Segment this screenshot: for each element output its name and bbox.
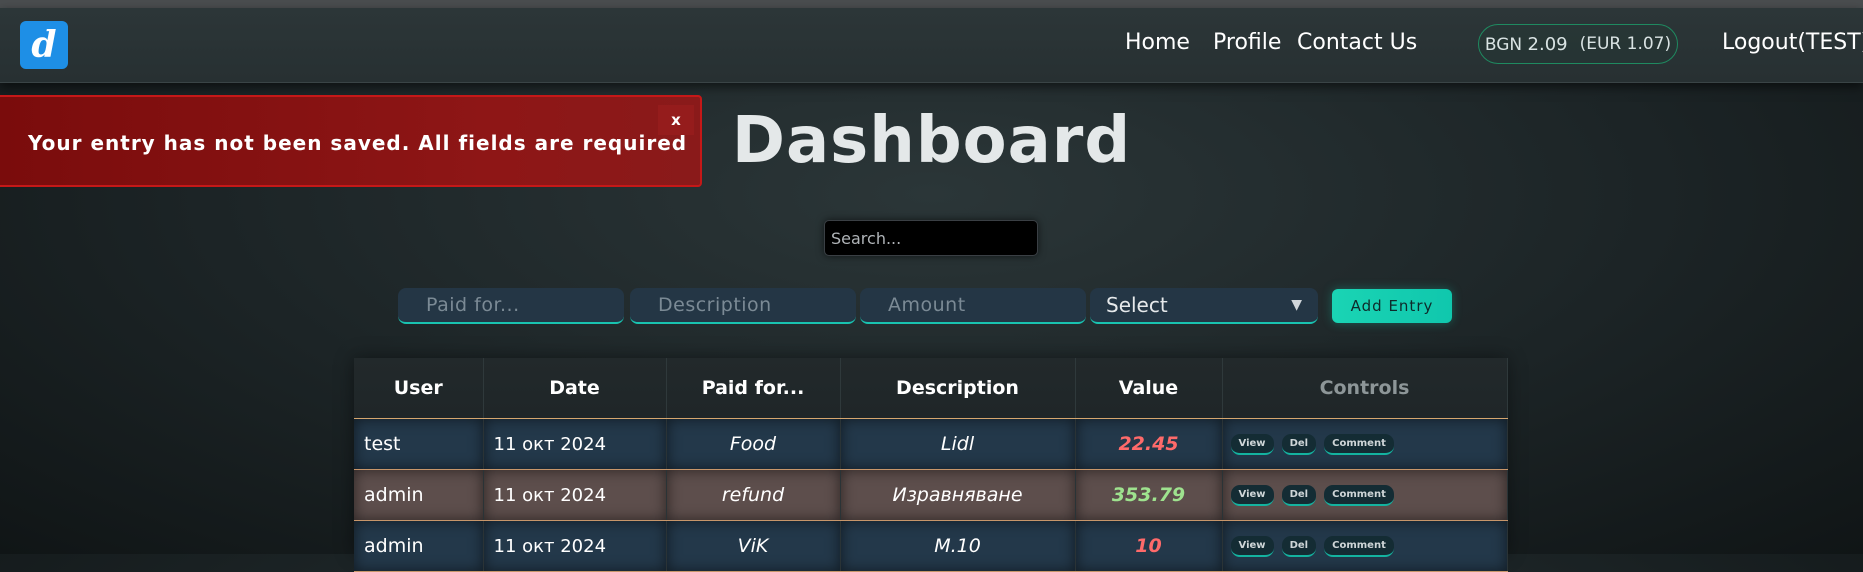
description-input[interactable] xyxy=(630,288,856,324)
header-user[interactable]: User xyxy=(354,358,484,419)
chevron-down-icon: ▼ xyxy=(1291,297,1302,313)
currency-badge: BGN 2.09 (EUR 1.07) xyxy=(1478,24,1678,64)
currency-bgn: BGN 2.09 xyxy=(1484,33,1568,55)
cell-value: 10 xyxy=(1075,520,1223,572)
cell-description: Lidl xyxy=(840,418,1076,470)
table-row: admin 11 окт 2024 refund Изравняване 353… xyxy=(354,469,1508,521)
cell-description: M.10 xyxy=(840,520,1076,572)
nav-profile-link[interactable]: Profile xyxy=(1213,30,1281,55)
cell-date: 11 окт 2024 xyxy=(483,520,667,572)
logo[interactable]: d xyxy=(20,21,68,69)
cell-paid-for: Food xyxy=(666,418,841,470)
header-date[interactable]: Date xyxy=(483,358,667,419)
category-select[interactable]: Select ▼ xyxy=(1090,288,1318,324)
cell-controls: View Del Comment xyxy=(1222,520,1508,572)
cell-date: 11 окт 2024 xyxy=(483,418,667,470)
navbar: d Home Profile Contact Us BGN 2.09 (EUR … xyxy=(0,8,1863,83)
cell-controls: View Del Comment xyxy=(1222,418,1508,470)
header-controls: Controls xyxy=(1222,358,1508,419)
cell-controls: View Del Comment xyxy=(1222,469,1508,521)
add-entry-button[interactable]: Add Entry xyxy=(1332,289,1452,323)
cell-value: 22.45 xyxy=(1075,418,1223,470)
cell-description: Изравняване xyxy=(840,469,1076,521)
delete-button[interactable]: Del xyxy=(1281,485,1317,506)
header-value[interactable]: Value xyxy=(1075,358,1223,419)
page-title: Dashboard xyxy=(731,104,1132,178)
comment-button[interactable]: Comment xyxy=(1324,434,1394,455)
nav-contact-link[interactable]: Contact Us xyxy=(1297,30,1417,55)
browser-top-strip xyxy=(0,0,1863,8)
logout-link[interactable]: Logout(TEST) xyxy=(1722,30,1863,55)
delete-button[interactable]: Del xyxy=(1281,434,1317,455)
cell-user: admin xyxy=(354,469,484,521)
comment-button[interactable]: Comment xyxy=(1324,485,1394,506)
search-input[interactable] xyxy=(824,220,1038,256)
currency-eur: (EUR 1.07) xyxy=(1579,34,1672,54)
header-paid-for[interactable]: Paid for... xyxy=(666,358,841,419)
table-row: test 11 окт 2024 Food Lidl 22.45 View De… xyxy=(354,418,1508,470)
amount-input[interactable] xyxy=(860,288,1086,324)
cell-paid-for: ViK xyxy=(666,520,841,572)
table-row: admin 11 окт 2024 ViK M.10 10 View Del C… xyxy=(354,520,1508,572)
paid-for-input[interactable] xyxy=(398,288,624,324)
cell-value: 353.79 xyxy=(1075,469,1223,521)
nav-home-link[interactable]: Home xyxy=(1125,30,1190,55)
header-description[interactable]: Description xyxy=(840,358,1076,419)
view-button[interactable]: View xyxy=(1230,485,1274,506)
entries-table: User Date Paid for... Description Value … xyxy=(354,358,1508,572)
select-value: Select xyxy=(1106,293,1168,317)
view-button[interactable]: View xyxy=(1230,434,1274,455)
cell-date: 11 окт 2024 xyxy=(483,469,667,521)
cell-user: test xyxy=(354,418,484,470)
table-header-row: User Date Paid for... Description Value … xyxy=(354,358,1508,419)
cell-paid-for: refund xyxy=(666,469,841,521)
cell-user: admin xyxy=(354,520,484,572)
